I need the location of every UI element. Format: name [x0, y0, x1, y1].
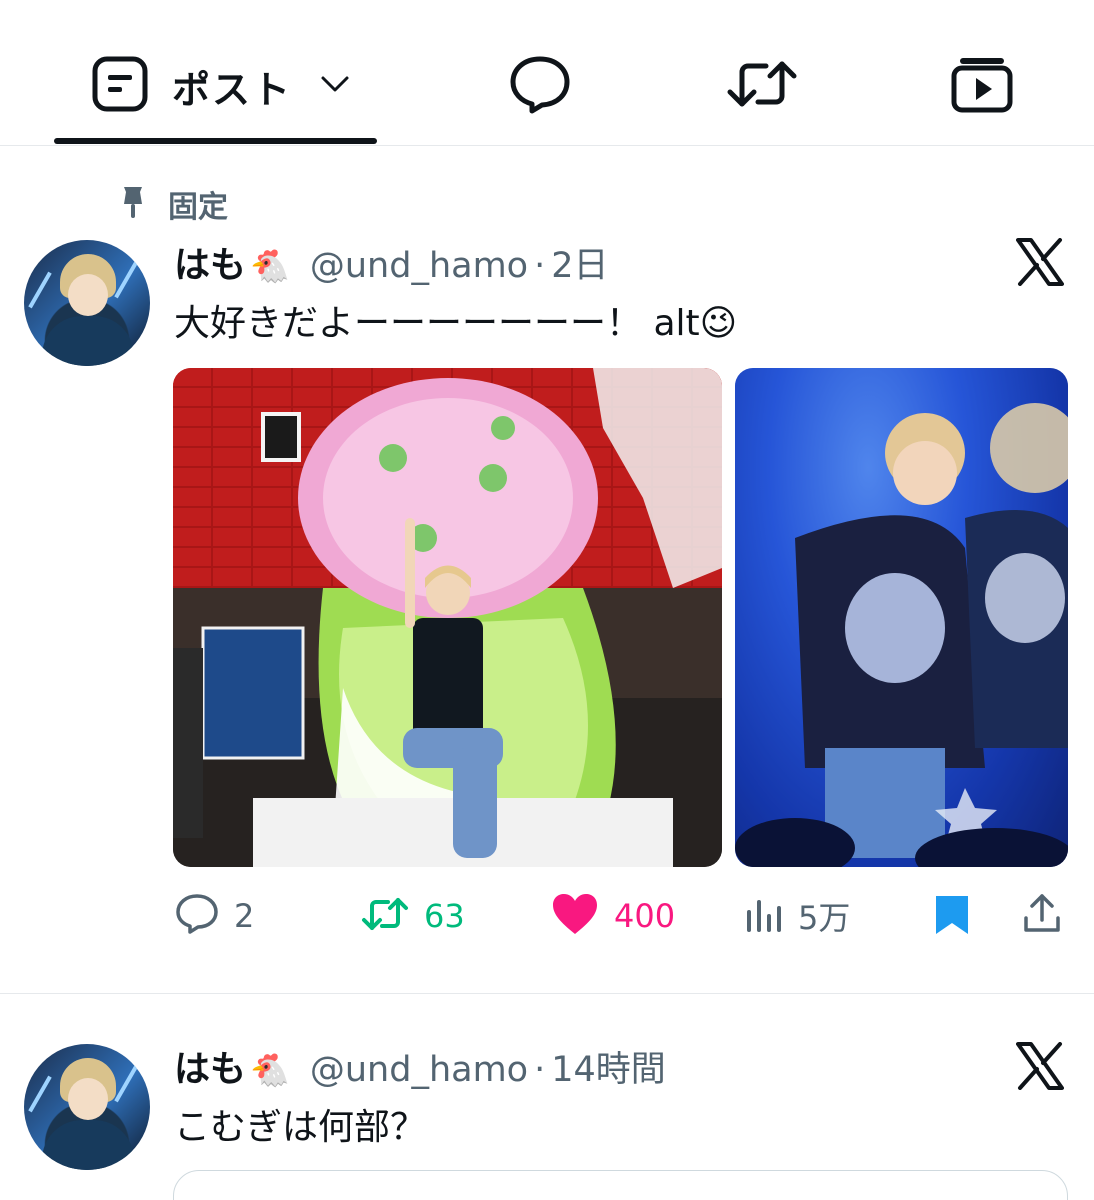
- reply-button[interactable]: 2: [174, 884, 254, 948]
- tweet-text: 大好きだよーーーーーーー！ alt😉: [174, 303, 738, 344]
- tweet-header: はも 🐔 @und_hamo · 2日: [174, 236, 609, 288]
- tab-posts[interactable]: ポスト: [92, 50, 350, 122]
- avatar[interactable]: [24, 1044, 150, 1170]
- like-button[interactable]: 400: [550, 884, 675, 948]
- tweet-header: はも 🐔 @und_hamo · 14時間: [174, 1040, 666, 1092]
- tweet-photo-2[interactable]: [735, 368, 1068, 867]
- x-logo-icon: [1016, 1042, 1064, 1090]
- views-button[interactable]: 5万: [744, 884, 850, 948]
- tweet-photo-1[interactable]: [173, 368, 722, 867]
- bookmark-button[interactable]: [932, 884, 972, 948]
- tab-media[interactable]: [950, 50, 1014, 122]
- author-emoji: 🐔: [250, 247, 290, 285]
- reply-bubble-icon: [508, 54, 572, 118]
- bookmark-icon: [932, 892, 972, 940]
- reply-icon: [174, 892, 220, 940]
- author-emoji: 🐔: [250, 1051, 290, 1089]
- like-count: 400: [614, 897, 676, 935]
- pinned-label: 固定: [168, 190, 228, 225]
- active-tab-indicator: [54, 138, 377, 144]
- tweet-divider: [0, 993, 1094, 994]
- tab-posts-label: ポスト: [172, 67, 293, 112]
- reply-count: 2: [234, 897, 255, 935]
- tweet-time[interactable]: 14時間: [551, 1041, 666, 1092]
- separator-dot: ·: [534, 246, 546, 286]
- tab-replies[interactable]: [508, 50, 572, 122]
- tweet-text: こむぎは何部？: [174, 1107, 427, 1148]
- views-count: 5万: [798, 899, 851, 937]
- avatar[interactable]: [24, 240, 150, 366]
- views-bar-chart-icon: [744, 894, 784, 938]
- share-button[interactable]: [1022, 884, 1062, 948]
- author-handle[interactable]: @und_hamo: [310, 246, 528, 286]
- heart-icon: [550, 892, 600, 940]
- author-name[interactable]: はも: [174, 1040, 246, 1092]
- chevron-down-icon[interactable]: [320, 74, 350, 98]
- author-handle[interactable]: @und_hamo: [310, 1050, 528, 1090]
- tab-reposts[interactable]: [726, 50, 798, 122]
- share-icon: [1022, 892, 1062, 940]
- repost-icon: [726, 56, 798, 116]
- repost-count: 63: [424, 897, 465, 935]
- author-name[interactable]: はも: [174, 236, 246, 288]
- tweet-actions: 2 63 400 5万: [174, 884, 1064, 948]
- pinned-indicator: 固定: [118, 182, 228, 226]
- pin-icon: [118, 184, 148, 224]
- profile-tab-bar: ポスト: [0, 0, 1094, 146]
- x-logo-icon: [1016, 238, 1064, 286]
- repost-icon: [360, 894, 410, 938]
- repost-button[interactable]: 63: [360, 884, 465, 948]
- separator-dot: ·: [534, 1050, 546, 1090]
- post-icon: [92, 56, 148, 116]
- tweet-time[interactable]: 2日: [551, 237, 608, 288]
- embedded-card[interactable]: [173, 1170, 1068, 1200]
- video-icon: [950, 54, 1014, 118]
